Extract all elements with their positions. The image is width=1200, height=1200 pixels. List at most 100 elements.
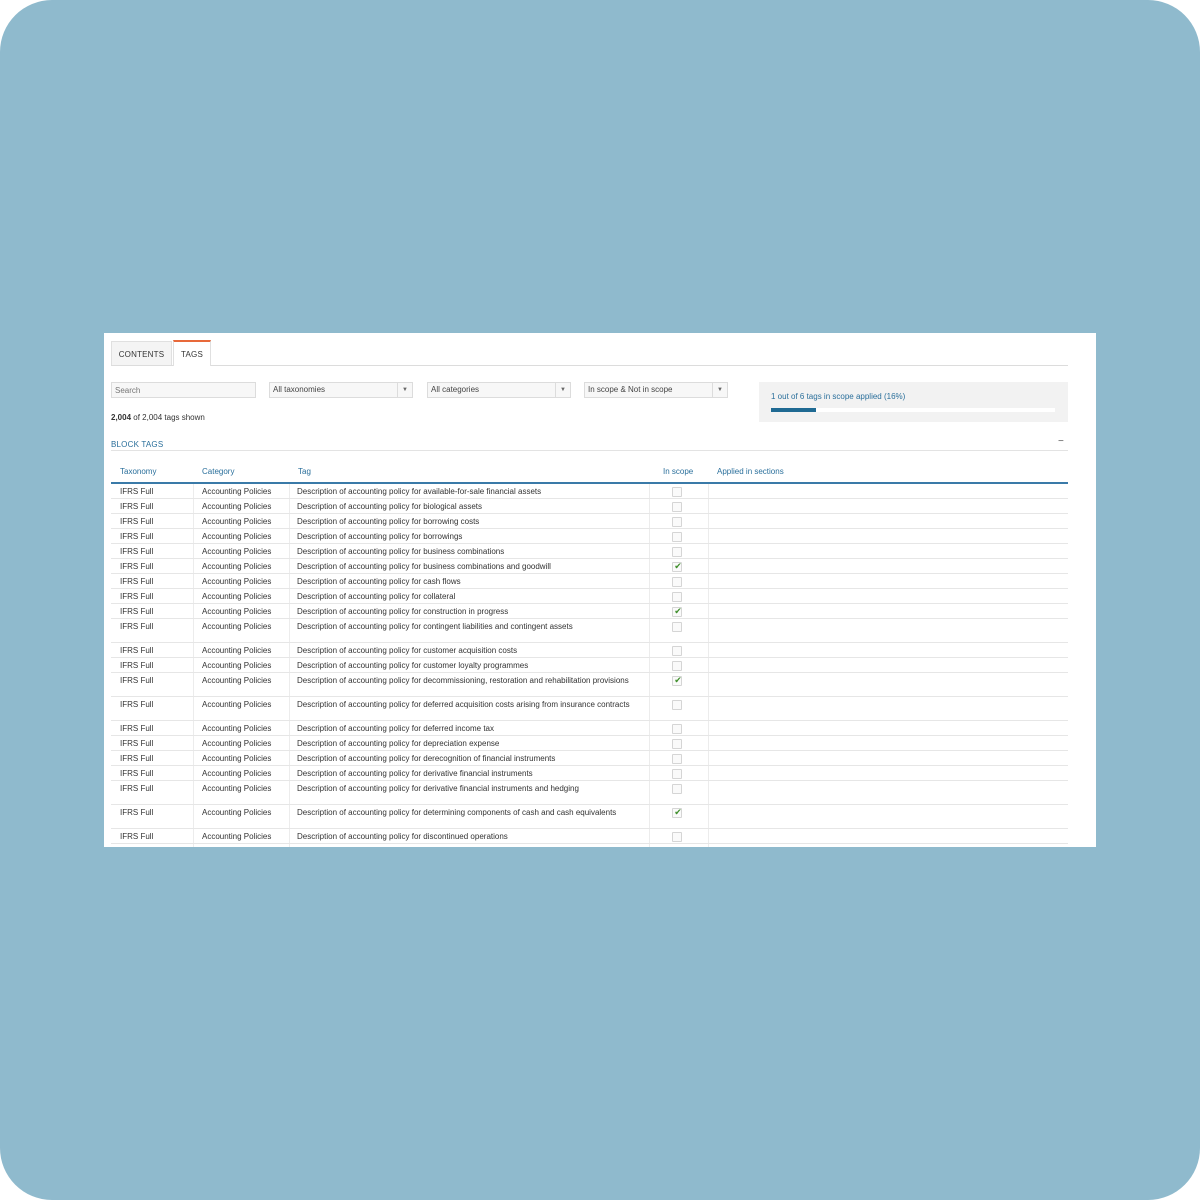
cell-taxonomy: IFRS Full [120,832,154,841]
table-row[interactable]: IFRS FullAccounting PoliciesDescription … [111,829,1068,844]
background-frame: CONTENTS TAGS All taxonomies ▼ All categ… [0,0,1200,1200]
taxonomy-select[interactable]: All taxonomies ▼ [269,382,413,398]
in-scope-checkbox[interactable] [672,724,682,734]
table-row[interactable]: IFRS FullAccounting PoliciesDescription … [111,751,1068,766]
column-separator [649,829,650,843]
column-separator [193,844,194,847]
table-row[interactable]: IFRS FullAccounting PoliciesDescription … [111,514,1068,529]
column-separator [289,736,290,750]
column-separator [649,844,650,847]
in-scope-checkbox[interactable] [672,547,682,557]
column-separator [193,781,194,804]
column-header-applied[interactable]: Applied in sections [717,467,784,476]
column-separator [649,619,650,642]
table-row[interactable]: IFRS FullAccounting PoliciesDescription … [111,721,1068,736]
column-separator [649,574,650,588]
table-row[interactable]: IFRS FullAccounting PoliciesDescription … [111,697,1068,721]
table-row[interactable]: IFRS FullAccounting PoliciesDescription … [111,781,1068,805]
table-row[interactable]: IFRS FullAccounting PoliciesDescription … [111,574,1068,589]
in-scope-checkbox[interactable] [672,502,682,512]
in-scope-checkbox[interactable] [672,661,682,671]
in-scope-checkbox[interactable] [672,739,682,749]
in-scope-checkbox[interactable] [672,646,682,656]
table-row[interactable]: IFRS FullAccounting PoliciesDescription … [111,643,1068,658]
column-separator [193,736,194,750]
table-row[interactable]: IFRS FullAccounting PoliciesDescription … [111,658,1068,673]
column-separator [649,673,650,696]
scope-select[interactable]: In scope & Not in scope ▼ [584,382,728,398]
column-header-category[interactable]: Category [202,467,234,476]
table-row[interactable]: IFRS FullAccounting PoliciesDescription … [111,559,1068,574]
table-row[interactable]: IFRS FullAccounting PoliciesDescription … [111,766,1068,781]
in-scope-checkbox[interactable] [672,700,682,710]
category-select[interactable]: All categories ▼ [427,382,571,398]
column-separator [193,619,194,642]
cell-taxonomy: IFRS Full [120,547,154,556]
column-separator [193,805,194,828]
table-row[interactable]: IFRS FullAccounting PoliciesDescription … [111,673,1068,697]
cell-taxonomy: IFRS Full [120,562,154,571]
column-separator [193,643,194,657]
in-scope-checkbox[interactable] [672,577,682,587]
in-scope-checkbox[interactable] [672,532,682,542]
column-separator [708,574,709,588]
column-separator [708,514,709,528]
in-scope-checkbox[interactable] [672,592,682,602]
cell-taxonomy: IFRS Full [120,607,154,616]
table-row[interactable]: IFRS FullAccounting PoliciesDescription … [111,619,1068,643]
column-separator [289,805,290,828]
in-scope-checkbox[interactable]: ✔ [672,606,682,617]
cell-taxonomy: IFRS Full [120,661,154,670]
column-header-tag[interactable]: Tag [298,467,311,476]
cell-taxonomy: IFRS Full [120,784,154,793]
table-row[interactable]: IFRS FullAccounting PoliciesDescription … [111,529,1068,544]
cell-category: Accounting Policies [202,739,272,748]
cell-tag: Description of accounting policy for ava… [297,487,542,496]
column-separator [708,844,709,847]
in-scope-checkbox[interactable] [672,622,682,632]
column-header-in-scope[interactable]: In scope [663,467,693,476]
collapse-icon[interactable]: − [1058,436,1064,447]
column-separator [193,673,194,696]
in-scope-checkbox[interactable] [672,517,682,527]
table-row[interactable]: IFRS FullAccounting PoliciesDescription … [111,736,1068,751]
cell-taxonomy: IFRS Full [120,532,154,541]
column-separator [193,766,194,780]
in-scope-checkbox[interactable]: ✔ [672,561,682,572]
column-separator [289,619,290,642]
tab-contents[interactable]: CONTENTS [111,341,172,365]
in-scope-checkbox[interactable]: ✔ [672,675,682,686]
tags-panel: CONTENTS TAGS All taxonomies ▼ All categ… [104,333,1096,847]
in-scope-checkbox[interactable] [672,754,682,764]
in-scope-checkbox[interactable] [672,487,682,497]
table-row[interactable]: IFRS FullAccounting PoliciesDescription … [111,484,1068,499]
table-row[interactable]: IFRS FullAccounting PoliciesDescription … [111,805,1068,829]
cell-category: Accounting Policies [202,502,272,511]
in-scope-checkbox[interactable] [672,769,682,779]
taxonomy-select-value: All taxonomies [273,385,326,394]
table-row[interactable]: IFRS FullAccounting PoliciesDescription … [111,499,1068,514]
in-scope-checkbox[interactable] [672,784,682,794]
cell-category: Accounting Policies [202,622,272,631]
tab-tags[interactable]: TAGS [173,340,211,366]
column-separator [193,721,194,735]
in-scope-checkbox[interactable]: ✔ [672,807,682,818]
cell-tag: Description of accounting policy for def… [297,700,630,709]
cell-taxonomy: IFRS Full [120,700,154,709]
column-separator [708,781,709,804]
column-separator [708,721,709,735]
table-row[interactable]: IFRS FullAccounting PoliciesDescription … [111,604,1068,619]
cell-taxonomy: IFRS Full [120,622,154,631]
tags-count-rest: of 2,004 tags shown [131,413,205,422]
table-row[interactable]: IFRS FullAccounting PoliciesDescription … [111,589,1068,604]
search-input[interactable] [111,382,256,398]
in-scope-checkbox[interactable] [672,832,682,842]
column-separator [649,484,650,498]
column-header-taxonomy[interactable]: Taxonomy [120,467,156,476]
cell-tag: Description of accounting policy for cas… [297,577,461,586]
table-row[interactable]: IFRS FullAccounting PoliciesDescription … [111,844,1068,847]
chevron-down-icon: ▼ [555,383,570,397]
column-separator [649,604,650,618]
table-row[interactable]: IFRS FullAccounting PoliciesDescription … [111,544,1068,559]
column-separator [708,619,709,642]
